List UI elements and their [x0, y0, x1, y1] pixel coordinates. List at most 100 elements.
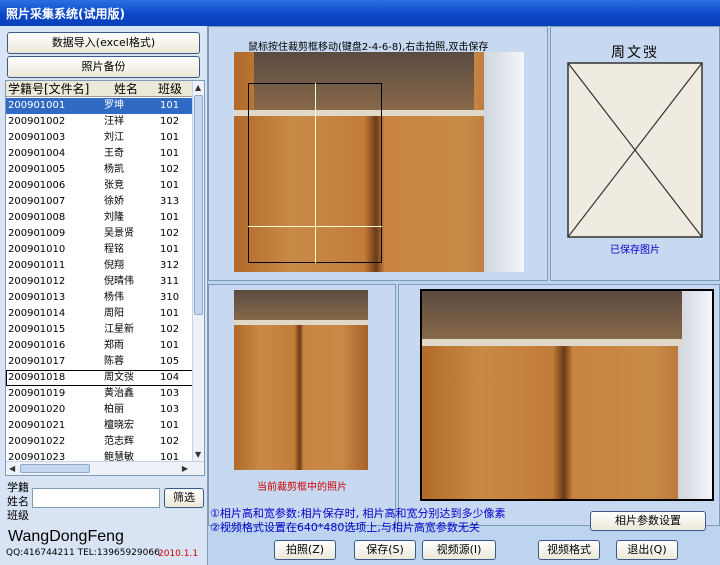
- cell-student-name: 刘江: [104, 132, 124, 143]
- video-source-button[interactable]: 视频源(I): [422, 540, 496, 560]
- table-row[interactable]: 200901003 刘江 101: [6, 130, 194, 146]
- student-list[interactable]: 学籍号[文件名] 姓名 班级 200901001 罗坤 101 200901002 汪祥…: [5, 80, 205, 476]
- cell-student-name: 程铭: [104, 244, 124, 255]
- table-row[interactable]: 200901021 檀晓宏 101: [6, 418, 194, 434]
- cell-student-class: 101: [160, 420, 180, 431]
- cell-student-id: 200901016: [8, 340, 66, 351]
- table-row[interactable]: 200901002 汪祥 102: [6, 114, 194, 130]
- cell-student-class: 101: [160, 180, 180, 191]
- table-row[interactable]: 200901010 程铭 101: [6, 242, 194, 258]
- scroll-down-icon[interactable]: ▼: [195, 450, 201, 459]
- cell-student-id: 200901013: [8, 292, 66, 303]
- table-row[interactable]: 200901001 罗坤 101: [6, 98, 194, 114]
- exit-button[interactable]: 退出(Q): [616, 540, 678, 560]
- cell-student-class: 103: [160, 404, 180, 415]
- author-name: WangDongFeng: [8, 528, 124, 545]
- cell-student-class: 101: [160, 308, 180, 319]
- table-row[interactable]: 200901020 柏丽 103: [6, 402, 194, 418]
- cell-student-name: 陈蓉: [104, 356, 124, 367]
- cell-student-id: 200901011: [8, 260, 66, 271]
- table-row[interactable]: 200901015 江星新 102: [6, 322, 194, 338]
- table-row[interactable]: 200901007 徐娇 313: [6, 194, 194, 210]
- empty-photo-placeholder-icon: [567, 62, 703, 238]
- table-row[interactable]: 200901004 王奇 101: [6, 146, 194, 162]
- cell-student-class: 105: [160, 356, 180, 367]
- crop-preview-image: [234, 290, 368, 470]
- photo-backup-button[interactable]: 照片备份: [7, 56, 200, 78]
- crop-guide-vertical: [315, 83, 316, 263]
- table-row[interactable]: 200901011 倪翔 312: [6, 258, 194, 274]
- filter-label-class: 班级: [7, 509, 29, 522]
- cell-student-class: 102: [160, 324, 180, 335]
- cell-student-name: 柏丽: [104, 404, 124, 415]
- hscroll-thumb[interactable]: [20, 464, 90, 473]
- scroll-right-icon[interactable]: ▶: [182, 464, 188, 473]
- table-row[interactable]: 200901019 黄治鑫 103: [6, 386, 194, 402]
- table-row[interactable]: 200901022 范志辉 102: [6, 434, 194, 450]
- cell-student-name: 汪祥: [104, 116, 124, 127]
- column-header-name[interactable]: 姓名: [114, 81, 138, 97]
- list-horizontal-scrollbar[interactable]: ◀ ▶: [6, 461, 204, 475]
- cell-student-id: 200901018: [8, 372, 66, 383]
- cell-student-name: 王奇: [104, 148, 124, 159]
- cell-student-class: 101: [160, 340, 180, 351]
- scroll-up-icon[interactable]: ▲: [195, 83, 201, 92]
- cell-student-class: 104: [160, 372, 180, 383]
- cell-student-class: 101: [160, 212, 180, 223]
- note-2: ②视频格式设置在640*480选项上,与相片高宽参数无关: [210, 521, 480, 534]
- column-header-class[interactable]: 班级: [158, 81, 182, 97]
- cell-student-id: 200901007: [8, 196, 66, 207]
- table-row[interactable]: 200901013 杨伟 310: [6, 290, 194, 306]
- table-row[interactable]: 200901009 吴景贤 102: [6, 226, 194, 242]
- cell-student-id: 200901020: [8, 404, 66, 415]
- saved-status-label: 已保存图片: [610, 245, 660, 256]
- main-panel: 鼠标按住裁剪框移动(键盘2-4-6-8),右击拍照,双击保存 周文弢 已保存图片…: [208, 26, 720, 565]
- cell-student-id: 200901015: [8, 324, 66, 335]
- cell-student-id: 200901010: [8, 244, 66, 255]
- cell-student-class: 101: [160, 132, 180, 143]
- cell-student-class: 311: [160, 276, 180, 287]
- table-row[interactable]: 200901016 郑雨 101: [6, 338, 194, 354]
- table-row[interactable]: 200901005 杨凯 102: [6, 162, 194, 178]
- student-name-display: 周文弢: [611, 45, 659, 61]
- filter-input[interactable]: [32, 488, 160, 508]
- cell-student-class: 313: [160, 196, 180, 207]
- cell-student-name: 江星新: [104, 324, 134, 335]
- cell-student-name: 周阳: [104, 308, 124, 319]
- cell-student-name: 倪晴伟: [104, 276, 134, 287]
- capture-button[interactable]: 拍照(Z): [274, 540, 336, 560]
- photo-params-button[interactable]: 相片参数设置: [590, 511, 706, 531]
- cell-student-id: 200901021: [8, 420, 66, 431]
- cell-student-name: 徐娇: [104, 196, 124, 207]
- scroll-left-icon[interactable]: ◀: [9, 464, 15, 473]
- cell-student-id: 200901008: [8, 212, 66, 223]
- table-row[interactable]: 200901017 陈蓉 105: [6, 354, 194, 370]
- table-row[interactable]: 200901018 周文弢 104: [6, 370, 194, 386]
- cell-student-name: 刘隆: [104, 212, 124, 223]
- save-button[interactable]: 保存(S): [354, 540, 416, 560]
- cell-student-id: 200901017: [8, 356, 66, 367]
- version-date: 2010.1.1: [158, 549, 199, 559]
- cell-student-id: 200901012: [8, 276, 66, 287]
- list-vertical-scrollbar[interactable]: ▲ ▼: [192, 81, 204, 461]
- contact-info: QQ:416744211 TEL:13965929066: [6, 548, 160, 558]
- video-format-button[interactable]: 视频格式: [538, 540, 600, 560]
- crop-preview-caption: 当前裁剪框中的照片: [257, 482, 347, 493]
- cell-student-name: 张竞: [104, 180, 124, 191]
- cell-student-id: 200901002: [8, 116, 66, 127]
- cell-student-name: 杨凯: [104, 164, 124, 175]
- table-row[interactable]: 200901008 刘隆 101: [6, 210, 194, 226]
- table-row[interactable]: 200901012 倪晴伟 311: [6, 274, 194, 290]
- import-excel-button[interactable]: 数据导入(excel格式): [7, 32, 200, 54]
- cell-student-name: 罗坤: [104, 100, 124, 111]
- filter-button[interactable]: 筛选: [164, 488, 204, 508]
- cell-student-name: 范志辉: [104, 436, 134, 447]
- table-row[interactable]: 200901014 周阳 101: [6, 306, 194, 322]
- cell-student-name: 黄治鑫: [104, 388, 134, 399]
- cell-student-class: 103: [160, 388, 180, 399]
- scroll-thumb[interactable]: [194, 95, 203, 315]
- table-row[interactable]: 200901006 张竞 101: [6, 178, 194, 194]
- cell-student-name: 杨伟: [104, 292, 124, 303]
- column-header-id[interactable]: 学籍号[文件名]: [8, 81, 89, 97]
- cell-student-id: 200901009: [8, 228, 66, 239]
